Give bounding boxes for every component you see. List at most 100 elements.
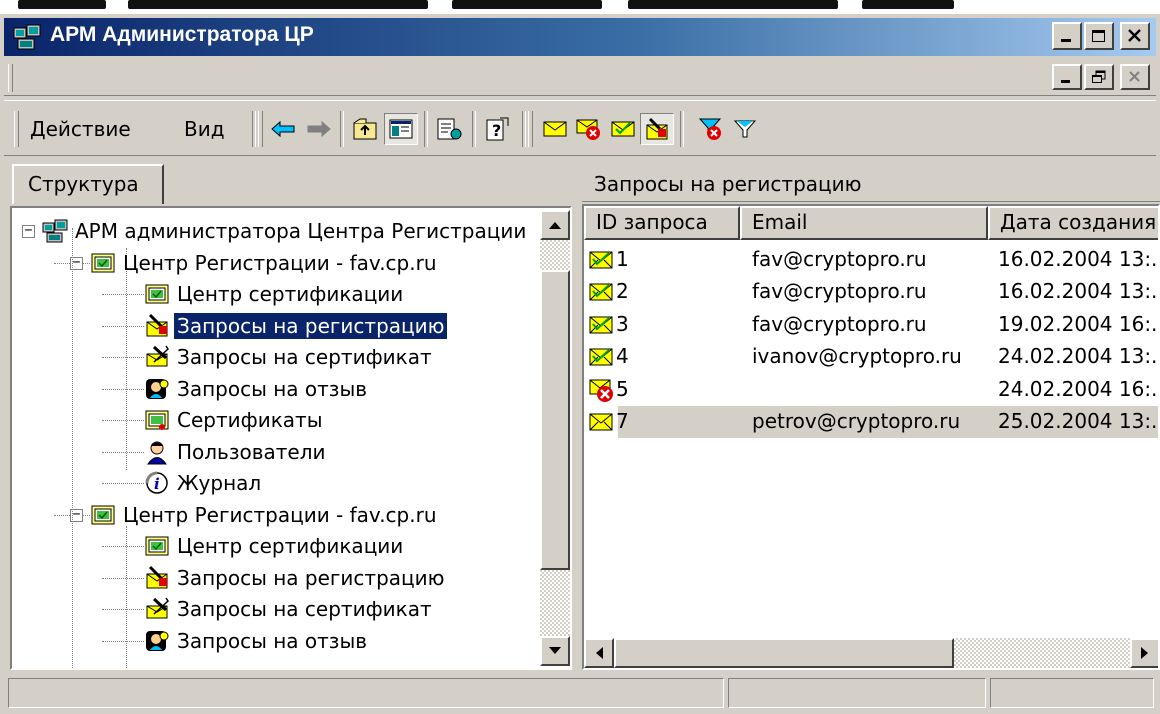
tab-structure[interactable]: Структура xyxy=(12,164,164,204)
menu-view[interactable]: Вид xyxy=(184,117,225,141)
help-button[interactable]: ? xyxy=(480,113,514,145)
table-row[interactable]: 2 fav@cryptopro.ru 16.02.2004 13:. xyxy=(584,276,1158,308)
tree-item-label: Пользователи xyxy=(177,439,326,464)
request-ok-button[interactable] xyxy=(606,113,640,145)
filter-icon xyxy=(733,120,757,138)
revocation-requests-icon xyxy=(146,378,169,399)
accept-request-button[interactable] xyxy=(538,113,572,145)
table-row[interactable]: 5 24.02.2004 16:. xyxy=(584,374,1158,406)
status-bar xyxy=(4,676,1156,710)
tree-item[interactable]: АРМ администратора Центра Регистрации xyxy=(42,216,529,246)
tree-item-label: Запросы на регистрацию xyxy=(177,565,445,590)
reject-request-button[interactable] xyxy=(572,113,606,145)
tree-scroll-up-button[interactable] xyxy=(540,210,570,240)
forward-button[interactable] xyxy=(302,113,336,145)
maximize-button[interactable] xyxy=(1084,22,1114,50)
toolbar: Действие Вид ? xyxy=(4,100,1156,156)
list-scroll-right-button[interactable] xyxy=(1130,638,1158,668)
table-row[interactable]: 3 fav@cryptopro.ru 19.02.2004 16:. xyxy=(584,309,1158,341)
envelope-check-icon xyxy=(611,121,635,137)
cell-id: 5 xyxy=(616,376,629,401)
cell-created: 16.02.2004 13:. xyxy=(998,279,1158,304)
close-button[interactable] xyxy=(1120,22,1150,50)
arrow-up-icon xyxy=(549,222,561,229)
tree-item-label: Запросы на отзыв xyxy=(177,628,368,653)
cell-created: 19.02.2004 16:. xyxy=(998,311,1158,336)
table-row[interactable]: 4 ivanov@cryptopro.ru 24.02.2004 13:. xyxy=(584,341,1158,373)
tree-item[interactable]: Запросы на сертификат xyxy=(144,342,435,372)
tree-item[interactable]: Запросы на сертификат xyxy=(144,594,435,624)
maximize-icon xyxy=(1092,30,1105,42)
list-scroll-thumb[interactable] xyxy=(614,638,954,668)
console-tree[interactable]: − − − АРМ администратора Центра Регистраци… xyxy=(10,206,572,670)
cell-email: ivanov@cryptopro.ru xyxy=(752,344,962,369)
status-panel-main xyxy=(8,678,724,708)
registration-requests-filter-button[interactable] xyxy=(640,113,674,145)
arrow-down-icon xyxy=(549,647,561,654)
details-pane-header: Запросы на регистрацию xyxy=(582,164,1160,202)
child-close-button[interactable] xyxy=(1120,64,1150,90)
table-row[interactable]: 7 petrov@cryptopro.ru 25.02.2004 13:. xyxy=(584,406,1158,438)
tree-item[interactable]: Центр сертификации xyxy=(144,531,406,561)
list-scroll-left-button[interactable] xyxy=(584,638,614,668)
cell-id: 2 xyxy=(616,279,629,304)
child-minimize-button[interactable] xyxy=(1052,64,1082,90)
filter-button[interactable] xyxy=(728,113,762,145)
minimize-button[interactable] xyxy=(1052,22,1082,50)
registration-requests-icon xyxy=(146,565,168,588)
remove-filter-button[interactable] xyxy=(694,113,728,145)
svg-text:i: i xyxy=(154,475,160,493)
tree-item[interactable]: Запросы на регистрацию xyxy=(144,311,449,341)
tree-item[interactable]: i Журнал xyxy=(144,468,264,498)
tree-item[interactable]: Запросы на отзыв xyxy=(144,626,370,656)
status-panel-3 xyxy=(990,678,1154,708)
tree-item-label: Центр Регистрации - fav.cp.ru xyxy=(123,250,437,275)
menu-action[interactable]: Действие xyxy=(30,117,131,141)
tree-item[interactable]: Центр Регистрации - fav.cp.ru xyxy=(90,248,440,278)
up-level-button[interactable] xyxy=(348,113,382,145)
tree-expander[interactable]: − xyxy=(22,224,35,238)
title-bar[interactable]: АРМ Администратора ЦР xyxy=(4,18,1156,56)
column-header-id[interactable]: ID запроса xyxy=(584,206,740,240)
cell-id: 4 xyxy=(616,344,629,369)
tree-item[interactable]: Запросы на регистрацию xyxy=(144,563,447,593)
registration-requests-icon xyxy=(146,313,168,336)
tree-item[interactable]: Пользователи xyxy=(144,437,329,467)
envelope-rejected-icon xyxy=(576,119,600,140)
cell-email: fav@cryptopro.ru xyxy=(752,247,927,271)
tree-item-label: Журнал xyxy=(177,471,262,495)
status-panel-2 xyxy=(728,678,986,708)
tree-scroll-thumb[interactable] xyxy=(540,270,570,570)
show-hide-tree-button[interactable] xyxy=(384,113,418,145)
cell-id: 7 xyxy=(616,409,629,433)
tree-item-label: Запросы на сертификат xyxy=(177,597,432,621)
column-header-email[interactable]: Email xyxy=(740,206,988,240)
cell-created: 16.02.2004 13:. xyxy=(998,247,1158,271)
requests-list[interactable]: ID запроса Email Дата создания 1 fav@cryp… xyxy=(582,204,1160,670)
tree-item[interactable]: Запросы на отзыв xyxy=(144,374,370,404)
table-row[interactable]: 1 fav@cryptopro.ru 16.02.2004 13:. xyxy=(584,244,1158,276)
envelope-icon xyxy=(543,121,567,137)
cell-email: petrov@cryptopro.ru xyxy=(752,409,961,433)
mdi-child-bar xyxy=(4,58,1156,96)
mdi-grip[interactable] xyxy=(8,64,13,92)
tree-item[interactable]: Центр сертификации xyxy=(144,279,406,309)
registration-requests-icon xyxy=(646,117,668,140)
child-restore-button[interactable] xyxy=(1084,64,1114,90)
export-list-button[interactable] xyxy=(432,113,466,145)
envelope-ok-icon xyxy=(589,283,613,301)
toolbar-grip[interactable] xyxy=(14,111,19,147)
close-icon xyxy=(1129,71,1140,82)
registration-center-icon xyxy=(91,505,115,524)
folder-up-icon xyxy=(353,118,377,140)
tree-item[interactable]: Сертификаты xyxy=(144,405,326,435)
tree-item-label: АРМ администратора Центра Регистрации xyxy=(75,219,527,243)
tree-item[interactable]: Центр Регистрации - fav.cp.ru xyxy=(90,500,440,530)
back-button[interactable] xyxy=(266,113,300,145)
certificates-icon xyxy=(145,410,169,430)
certificate-requests-icon xyxy=(146,597,169,619)
tree-scroll-down-button[interactable] xyxy=(540,636,570,666)
certification-center-icon xyxy=(145,284,169,304)
envelope-ok-icon xyxy=(589,316,613,334)
column-header-created[interactable]: Дата создания xyxy=(988,206,1158,240)
